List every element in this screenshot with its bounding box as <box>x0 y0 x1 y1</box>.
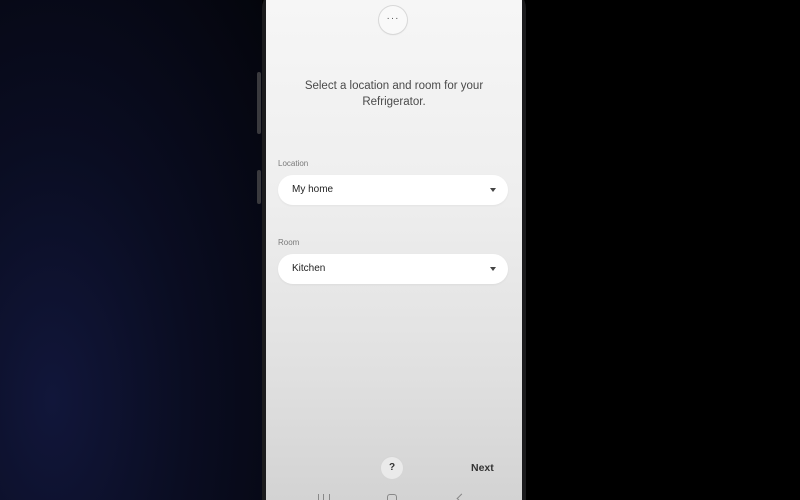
room-value: Kitchen <box>292 263 326 274</box>
power-button[interactable] <box>257 170 261 204</box>
setup-prompt: Select a location and room for your Refr… <box>304 80 484 108</box>
camera-dots-icon: ··· <box>379 6 407 34</box>
left-background <box>0 0 262 500</box>
room-label: Room <box>278 238 300 247</box>
phone-screen: ··· Select a location and room for your … <box>266 0 522 500</box>
navigation-bar <box>266 490 522 500</box>
camera-dots-glyph: ··· <box>386 13 400 24</box>
right-background <box>526 0 800 500</box>
home-icon[interactable] <box>387 494 397 500</box>
help-button[interactable]: ? <box>381 457 403 479</box>
location-value: My home <box>292 184 334 195</box>
recent-apps-icon[interactable] <box>318 494 330 500</box>
volume-button[interactable] <box>257 72 261 134</box>
room-dropdown[interactable]: Kitchen <box>278 254 508 284</box>
next-button[interactable]: Next <box>471 462 494 474</box>
location-dropdown[interactable]: My home <box>278 175 508 205</box>
caret-down-icon <box>490 188 496 192</box>
location-label: Location <box>278 159 309 168</box>
back-icon[interactable] <box>456 493 467 500</box>
caret-down-icon <box>490 267 496 271</box>
